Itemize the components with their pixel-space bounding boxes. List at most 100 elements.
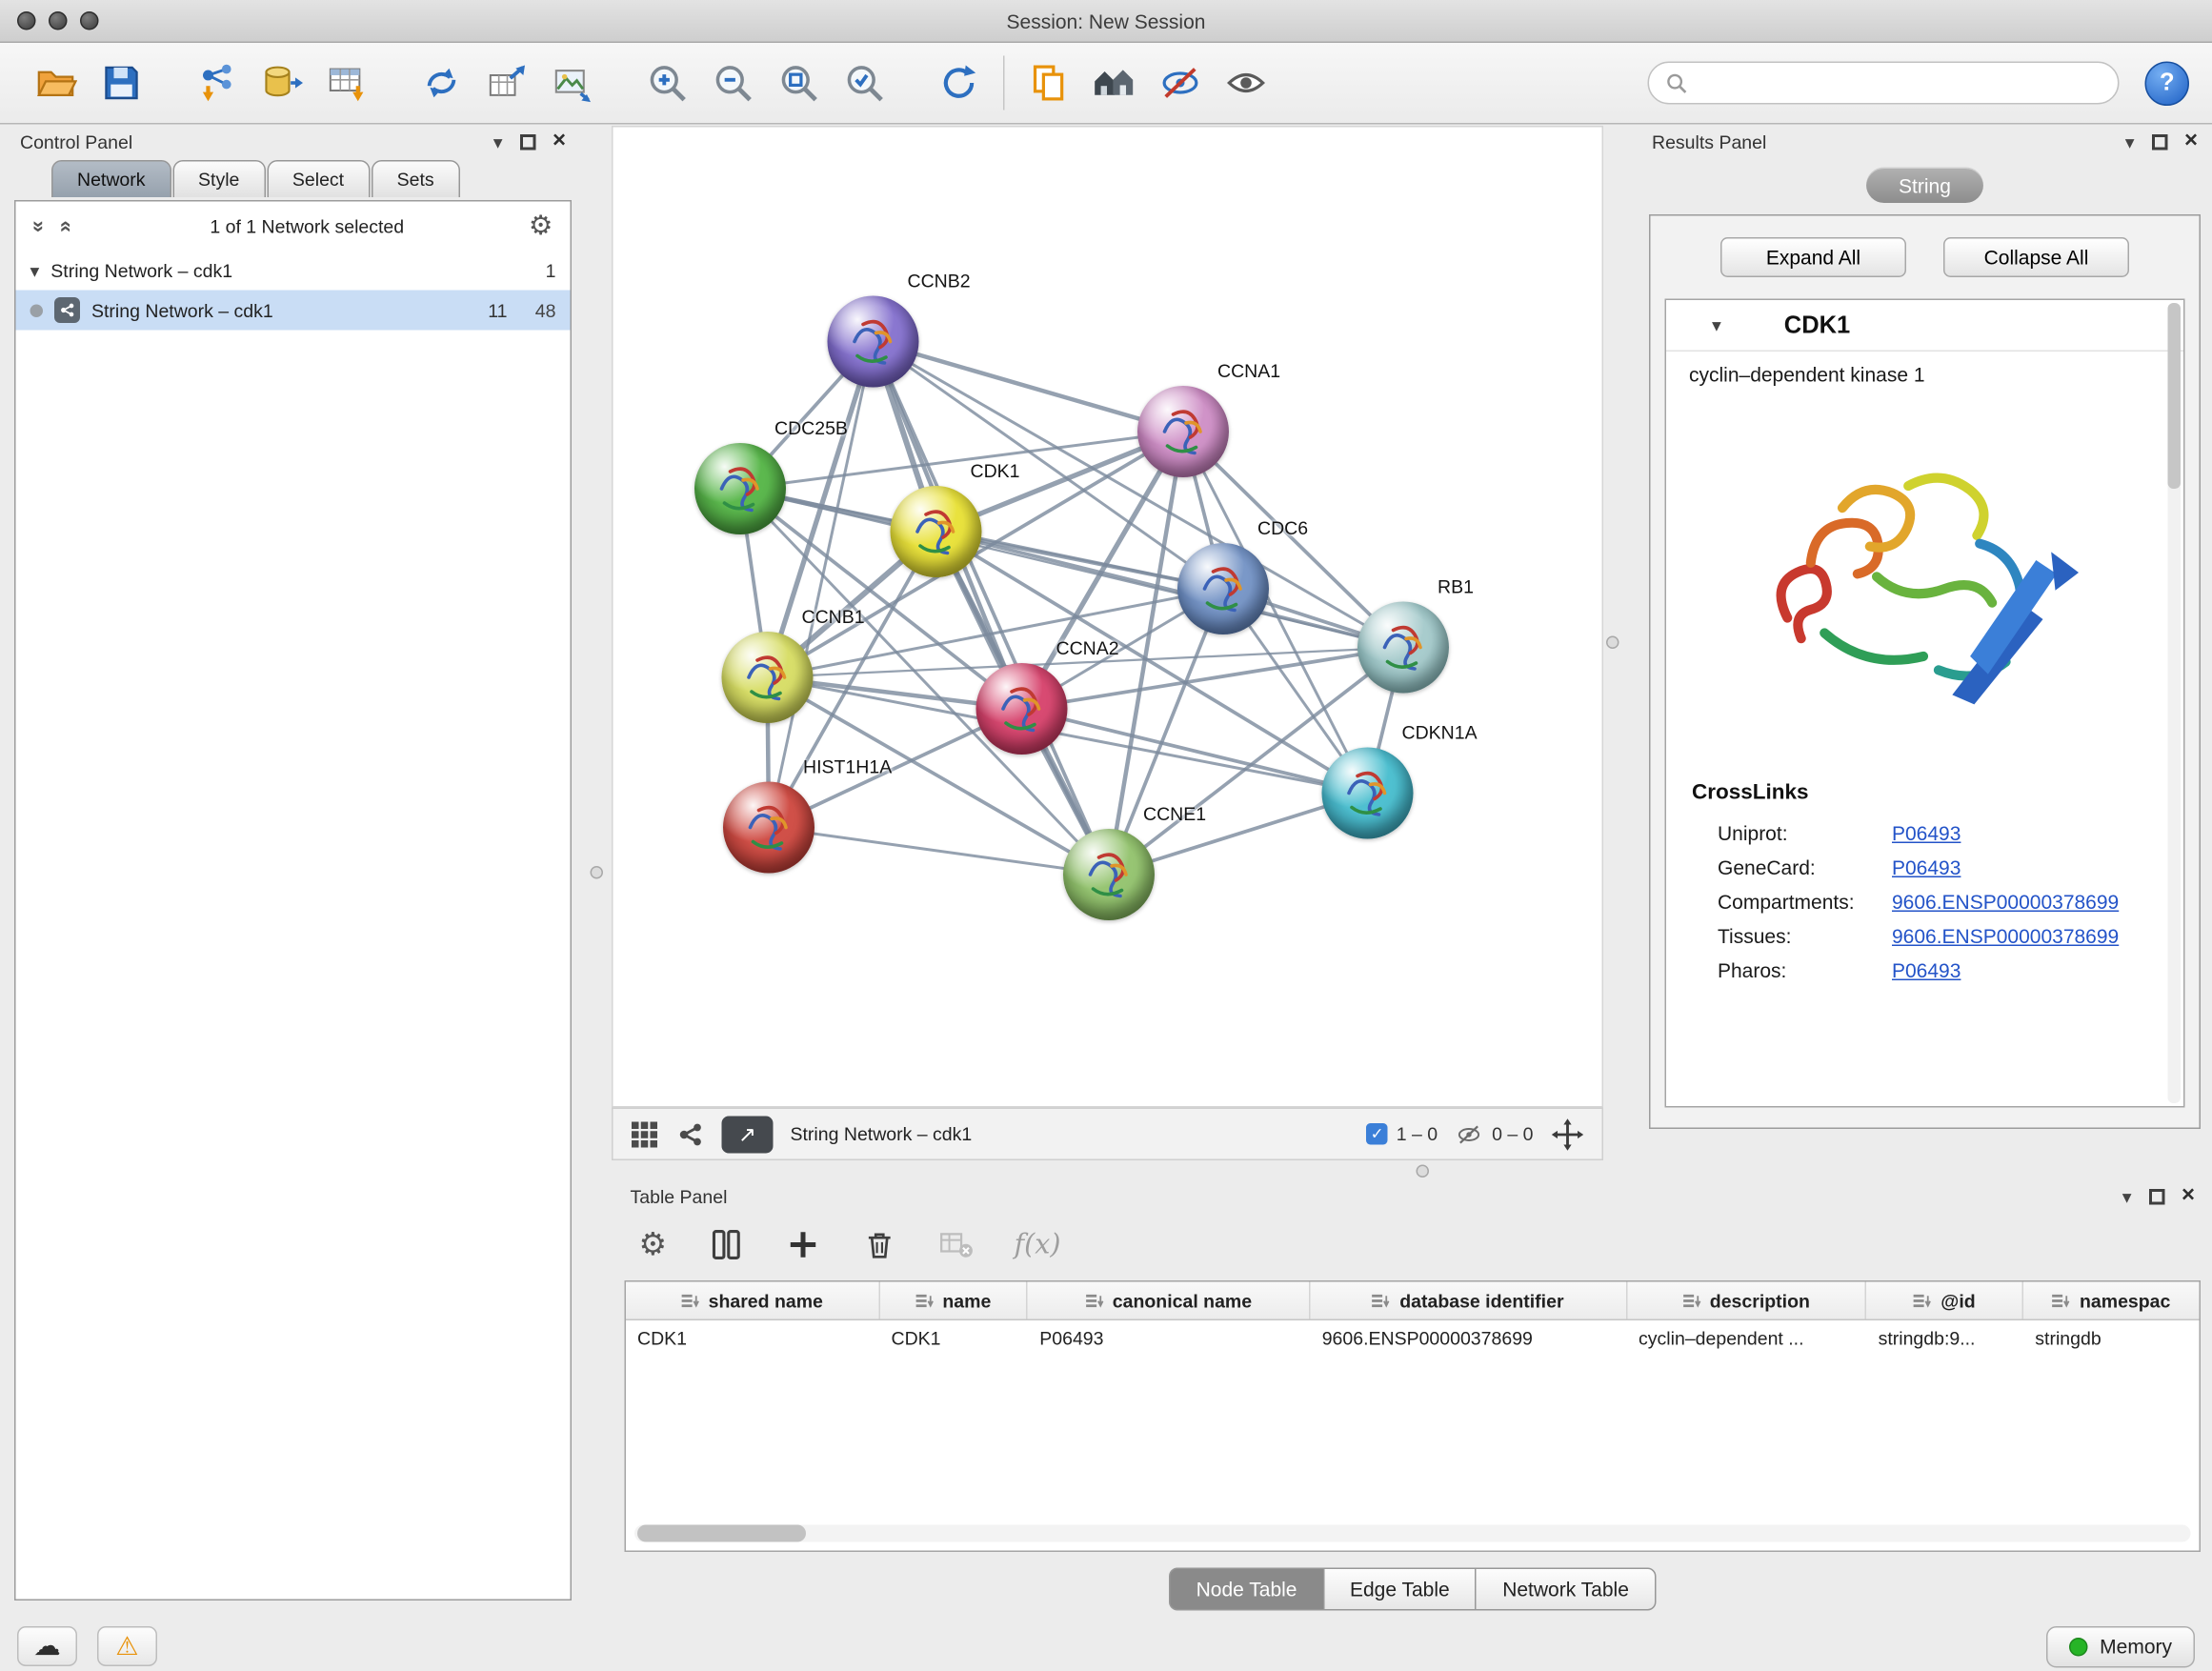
network-node-cdc6[interactable] [1177,543,1269,634]
new-network-from-table-button[interactable] [474,50,540,116]
results-scrollbar[interactable] [2168,303,2182,1103]
control-panel-maximize-icon[interactable] [519,133,535,150]
tab-edge-table[interactable]: Edge Table [1322,1568,1475,1611]
collection-expand-icon[interactable]: ▾ [30,261,40,280]
results-scrollbar-thumb[interactable] [2168,303,2182,489]
control-panel-close-icon[interactable]: × [553,131,566,153]
table-cell[interactable]: stringdb [2023,1320,2199,1359]
network-node-cdc25b[interactable] [694,443,786,534]
zoom-out-button[interactable] [700,50,766,116]
pan-move-icon[interactable] [1551,1117,1585,1151]
tab-node-table[interactable]: Node Table [1169,1568,1322,1611]
table-cell[interactable]: 9606.ENSP00000378699 [1311,1320,1627,1359]
bottom-splitter-handle[interactable] [1417,1165,1430,1178]
right-splitter-handle[interactable] [1606,636,1619,650]
tab-style[interactable]: Style [172,160,265,197]
zoom-window-button[interactable] [80,11,99,30]
network-node-ccnb2[interactable] [828,296,919,388]
table-horizontal-scrollbar[interactable] [634,1525,2191,1542]
hide-selected-button[interactable] [1148,50,1214,116]
zoom-in-button[interactable] [634,50,700,116]
table-cell[interactable]: CDK1 [626,1320,880,1359]
table-row[interactable]: CDK1 CDK1 P06493 9606.ENSP00000378699 cy… [626,1320,2200,1359]
column-header[interactable]: canonical name [1028,1282,1310,1319]
string-tab-badge[interactable]: String [1866,168,1983,204]
results-panel-collapse-icon[interactable]: ▾ [2125,132,2135,151]
tab-sets[interactable]: Sets [372,160,460,197]
network-node-ccnb1[interactable] [722,632,814,723]
network-overview-button[interactable] [1082,50,1148,116]
expand-all-button[interactable]: Expand All [1720,237,1906,277]
show-columns-icon[interactable] [707,1226,744,1263]
zoom-fit-button[interactable] [766,50,832,116]
create-column-plus-icon[interactable] [784,1226,821,1263]
checkbox-icon[interactable]: ✓ [1366,1123,1388,1145]
results-panel-maximize-icon[interactable] [2151,133,2167,150]
export-image-button[interactable] [540,50,606,116]
birds-eye-view-icon[interactable] [631,1119,659,1148]
show-hidden-button[interactable] [1214,50,1279,116]
refresh-layout-button[interactable] [926,50,992,116]
tab-network-table[interactable]: Network Table [1476,1568,1657,1611]
help-button[interactable]: ? [2145,61,2190,106]
collapse-all-networks-icon[interactable]: » [27,220,51,232]
column-header[interactable]: name [880,1282,1029,1319]
crosslink-link[interactable]: 9606.ENSP00000378699 [1892,891,2119,914]
title-bar[interactable]: Session: New Session [0,0,2212,43]
table-panel-collapse-icon[interactable]: ▾ [2122,1187,2132,1206]
network-row[interactable]: String Network – cdk1 11 48 [16,291,571,331]
entry-collapse-icon[interactable]: ▾ [1712,316,1721,335]
warnings-button[interactable]: ⚠ [97,1626,157,1666]
share-network-icon[interactable] [676,1119,705,1148]
duplicate-network-button[interactable] [1016,50,1082,116]
network-collection-row[interactable]: ▾ String Network – cdk1 1 [16,251,571,291]
crosslink-link[interactable]: 9606.ENSP00000378699 [1892,925,2119,948]
cloud-status-button[interactable]: ☁ [17,1626,77,1666]
save-session-button[interactable] [89,50,154,116]
network-node-ccne1[interactable] [1063,829,1155,920]
search-input[interactable] [1698,72,2101,94]
tab-select[interactable]: Select [267,160,370,197]
table-cell[interactable]: cyclin–dependent ... [1627,1320,1867,1359]
control-panel-collapse-icon[interactable]: ▾ [493,132,503,151]
network-node-rb1[interactable] [1357,602,1449,694]
new-network-button[interactable] [409,50,474,116]
column-header[interactable]: @id [1867,1282,2024,1319]
crosslink-link[interactable]: P06493 [1892,959,1961,982]
network-node-hist1h1a[interactable] [723,782,814,874]
memory-button[interactable]: Memory [2047,1625,2195,1667]
open-session-button[interactable] [23,50,89,116]
column-header[interactable]: shared name [626,1282,880,1319]
table-cell[interactable]: CDK1 [880,1320,1029,1359]
import-table-button[interactable] [314,50,380,116]
search-box[interactable] [1648,62,2120,105]
zoom-selected-button[interactable] [832,50,897,116]
expand-all-networks-icon[interactable]: » [53,220,78,232]
results-panel-close-icon[interactable]: × [2184,131,2198,153]
tab-network[interactable]: Network [51,160,171,197]
column-header[interactable]: database identifier [1311,1282,1627,1319]
table-options-gear-icon[interactable]: ⚙ [639,1226,668,1263]
network-node-ccna1[interactable] [1137,386,1229,477]
close-window-button[interactable] [17,11,36,30]
network-options-gear-icon[interactable]: ⚙ [529,210,553,243]
table-panel-maximize-icon[interactable] [2148,1188,2164,1204]
delete-column-trash-icon[interactable] [861,1227,897,1263]
import-network-button[interactable] [183,50,249,116]
table-panel-close-icon[interactable]: × [2182,1185,2195,1208]
import-network-from-database-button[interactable] [249,50,314,116]
network-node-cdk1[interactable] [891,486,982,577]
collapse-all-button[interactable]: Collapse All [1943,237,2129,277]
column-header[interactable]: description [1627,1282,1867,1319]
left-splitter-handle[interactable] [591,866,604,879]
minimize-window-button[interactable] [49,11,68,30]
network-node-cdkn1a[interactable] [1322,748,1414,839]
table-cell[interactable]: P06493 [1028,1320,1310,1359]
crosslink-link[interactable]: P06493 [1892,856,1961,879]
table-cell[interactable]: stringdb:9... [1867,1320,2024,1359]
network-node-ccna2[interactable] [976,663,1068,755]
table-scrollbar-thumb[interactable] [637,1525,806,1542]
column-header[interactable]: namespac [2023,1282,2199,1319]
open-in-new-window-button[interactable]: ↗ [722,1116,774,1153]
network-canvas[interactable]: CCNB2CCNA1CDC25BCDK1CDC6RB1CCNB1CCNA2CDK… [612,126,1603,1108]
